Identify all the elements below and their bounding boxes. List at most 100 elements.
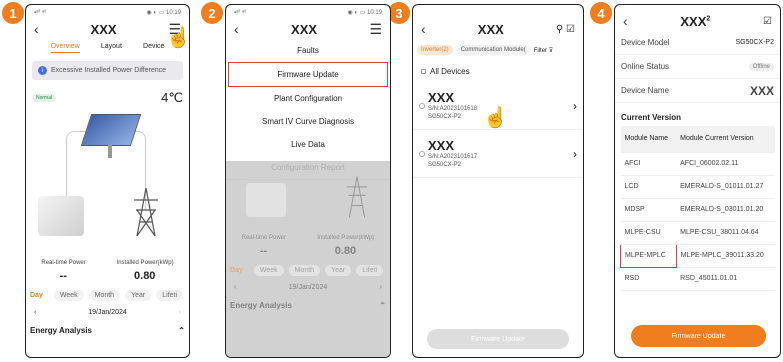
installed-power-value: 0.80: [334, 245, 357, 257]
step-badge-2: 2: [201, 2, 223, 24]
status-bar: ▪︎ᵃⁱˡ ᵃⁱˡ ◉ ◐ ▭ 10:19: [26, 5, 189, 19]
warning-text: Excessive Installed Power Difference: [51, 67, 167, 74]
energy-analysis-title: Energy Analysis: [230, 301, 292, 310]
tab-overview[interactable]: Overview: [50, 43, 80, 53]
firmware-update-button[interactable]: Firmware Update: [631, 325, 766, 347]
pointing-hand-icon: ☝: [483, 107, 508, 129]
status-badge: Normal: [32, 94, 57, 102]
menu-item-live-data[interactable]: Live Data: [226, 133, 390, 156]
menu-item-iv-curve[interactable]: Smart IV Curve Diagnosis: [226, 110, 390, 133]
checkbox-icon[interactable]: [421, 69, 426, 74]
back-icon[interactable]: ‹: [421, 21, 426, 37]
menu-item-plant-configuration[interactable]: Plant Configuration: [226, 87, 390, 110]
phone-device-list: ‹ XXX ⚲ ☑ Inverter(2) Communication Modu…: [412, 4, 584, 358]
power-tower-icon: [346, 176, 368, 218]
period-tabs: Day Week Month Year Lifeti: [26, 290, 189, 301]
plant-status-row: Normal 4℃: [26, 90, 189, 106]
inverter-icon: [38, 196, 84, 236]
list-item[interactable]: XXX S/N:A2023101617 SG50CX-P2 ›: [413, 130, 583, 178]
period-year: Year: [325, 265, 352, 276]
radio-icon[interactable]: [419, 150, 425, 157]
period-year[interactable]: Year: [125, 290, 152, 301]
period-month[interactable]: Month: [88, 290, 121, 301]
filter-button[interactable]: Filter ⊽: [534, 47, 553, 54]
search-icon[interactable]: ⚲: [556, 24, 563, 35]
chevron-right-icon: ›: [573, 98, 577, 113]
module-name: MLPE-CSU: [620, 221, 677, 245]
back-icon[interactable]: ‹: [34, 21, 39, 37]
table-row: MLPE-CSU MLPE-CSU_38011.04.64: [620, 221, 775, 245]
tab-device[interactable]: Device: [143, 43, 164, 53]
phone-plant-overview: ▪︎ᵃⁱˡ ᵃⁱˡ ◉ ◐ ▭ 10:19 ‹ XXX ☰ Overview L…: [25, 4, 190, 358]
page-title: XXX: [291, 21, 318, 37]
header: ‹ XXX ⚲ ☑: [413, 19, 583, 39]
signal-icon: ▪︎ᵃⁱˡ ᵃⁱˡ: [34, 9, 47, 16]
dropdown-menu: Faults Firmware Update Plant Configurati…: [226, 39, 390, 180]
radio-icon[interactable]: [419, 102, 425, 109]
version-table: Module Name Module Current Version AFCI A…: [620, 126, 775, 291]
device-model-row: Device Model SG50CX-P2: [615, 31, 780, 55]
device-sn: S/N:A2023101618: [428, 106, 478, 112]
dimmed-overlay[interactable]: Real-time Power Installed Power(kWp) -- …: [226, 161, 390, 357]
device-model: SG50CX-P2: [428, 114, 462, 120]
menu-item-faults[interactable]: Faults: [226, 39, 390, 62]
power-labels: Real-time Power Installed Power(kWp): [226, 235, 390, 241]
status-badge: Offline: [748, 62, 774, 71]
info-icon: i: [38, 66, 47, 75]
installed-power-value: 0.80: [134, 270, 156, 282]
power-values: -- 0.80: [226, 245, 390, 257]
pv-panel-icon: [80, 114, 142, 146]
date-value[interactable]: 19/Jan/2024: [88, 309, 127, 316]
energy-flow-diagram: [26, 106, 189, 256]
filter-icon: ⊽: [548, 47, 554, 54]
page-title: XXX2: [680, 14, 710, 29]
all-devices-label: All Devices: [430, 67, 470, 76]
module-name: LCD: [620, 175, 677, 199]
energy-analysis-title: Energy Analysis: [30, 326, 92, 335]
realtime-power-label: Real-time Power: [241, 235, 286, 241]
tab-layout[interactable]: Layout: [101, 43, 122, 53]
module-version: RSD_45011.01.01: [676, 267, 775, 291]
energy-analysis-header[interactable]: Energy Analysis ⌃: [26, 326, 189, 335]
status-time: ◉ ◐ ▭ 10:19: [347, 9, 382, 16]
next-date-icon[interactable]: ›: [179, 309, 181, 316]
module-version: EMERALD-S_03011.01.20: [676, 198, 775, 222]
back-icon[interactable]: ‹: [234, 21, 239, 37]
header: ‹ XXX ☰: [26, 19, 189, 39]
device-type-tabs: Inverter(2) Communication Module( Filter…: [413, 39, 583, 61]
page-title: XXX: [90, 21, 117, 37]
firmware-update-button[interactable]: Firmware Update: [427, 329, 569, 349]
period-week[interactable]: Week: [53, 290, 84, 301]
tab-communication-module[interactable]: Communication Module(: [456, 45, 530, 55]
page-title-text: XXX: [680, 13, 707, 29]
power-labels: Real-time Power Installed Power(kWp): [26, 260, 189, 266]
dimmed-diagram: [226, 161, 390, 231]
chevron-right-icon: ›: [573, 146, 577, 161]
table-row: MDSP EMERALD-S_03011.01.20: [620, 198, 775, 222]
period-lifetime: Lifeti: [356, 265, 384, 276]
dimmed-content: Real-time Power Installed Power(kWp) -- …: [226, 161, 390, 310]
device-info: XXX S/N:A2023101617 SG50CX-P2: [428, 138, 477, 169]
prev-date-icon: ‹: [234, 284, 237, 291]
menu-icon[interactable]: ☰: [369, 21, 382, 38]
device-name: XXX: [428, 90, 455, 105]
clipboard-icon[interactable]: ☑: [566, 24, 575, 35]
warning-banner[interactable]: i Excessive Installed Power Difference: [32, 61, 183, 80]
header: ‹ XXX2 ☑: [615, 11, 780, 31]
module-version: EMERALD-S_01011.01.27: [676, 175, 775, 199]
device-name-value: XXX: [749, 83, 774, 98]
period-lifetime[interactable]: Lifeti: [156, 290, 184, 301]
pointing-hand-icon: ☝: [166, 27, 190, 49]
clipboard-icon[interactable]: ☑: [763, 16, 772, 27]
prev-date-icon[interactable]: ‹: [34, 309, 36, 316]
period-day[interactable]: Day: [30, 290, 49, 301]
table-row: AFCI AFCI_06002.02.11: [620, 152, 775, 176]
menu-item-firmware-update[interactable]: Firmware Update: [228, 62, 388, 87]
back-icon[interactable]: ‹: [623, 13, 628, 29]
header: ‹ XXX ☰: [226, 19, 390, 39]
filter-label: Filter: [533, 47, 548, 54]
step-badge-1: 1: [2, 2, 24, 24]
date-value: 19/Jan/2024: [288, 284, 328, 291]
tab-inverter[interactable]: Inverter(2): [417, 45, 453, 55]
all-devices-row[interactable]: All Devices: [413, 61, 583, 82]
